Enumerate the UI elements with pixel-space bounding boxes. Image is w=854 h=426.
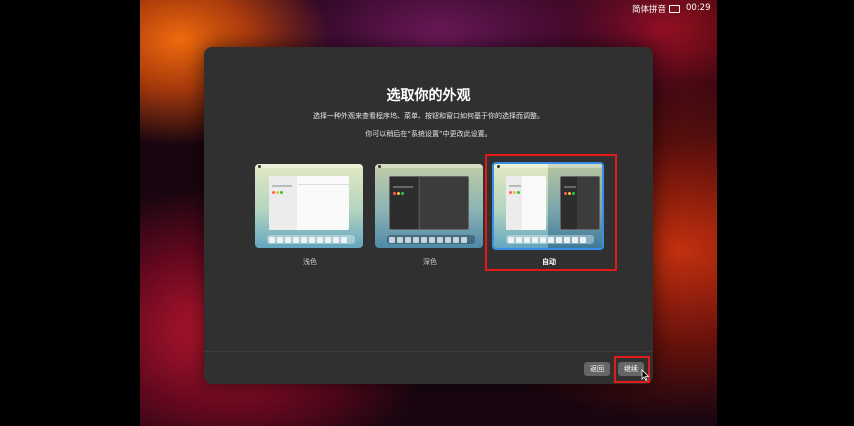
appearance-option-dark[interactable]: 深色 xyxy=(374,162,486,266)
appearance-option-label: 浅色 xyxy=(303,258,317,266)
selection-highlight-box xyxy=(485,154,617,271)
dialog-hint: 你可以稍后在“系统设置”中更改此设置。 xyxy=(365,130,492,138)
desktop-background: 简体拼音 00:29 选取你的外观 选择一种外观来查看程序坞、菜单、按钮和窗口如… xyxy=(140,0,717,426)
menu-bar: 简体拼音 00:29 xyxy=(140,0,717,16)
keyboard-icon[interactable] xyxy=(669,5,680,13)
back-button[interactable]: 返回 xyxy=(584,362,610,376)
appearance-dialog: 选取你的外观 选择一种外观来查看程序坞、菜单、按钮和窗口如何基于你的选择而调整。… xyxy=(204,47,653,384)
light-preview-thumbnail[interactable] xyxy=(255,164,363,248)
dialog-footer: 返回 继续 xyxy=(204,351,653,384)
menu-bar-clock[interactable]: 00:29 xyxy=(686,3,711,13)
dark-window-preview xyxy=(389,176,469,230)
appearance-option-label: 深色 xyxy=(423,258,437,266)
mouse-pointer-icon xyxy=(641,369,649,381)
input-method-menu[interactable]: 简体拼音 xyxy=(632,3,666,15)
dock-preview xyxy=(387,235,475,244)
appearance-option-light[interactable]: 浅色 xyxy=(254,162,366,266)
dock-preview xyxy=(267,235,355,244)
dialog-description: 选择一种外观来查看程序坞、菜单、按钮和窗口如何基于你的选择而调整。 xyxy=(313,112,544,120)
dialog-title: 选取你的外观 xyxy=(386,88,471,104)
dark-preview-thumbnail[interactable] xyxy=(375,164,483,248)
light-window-preview xyxy=(269,176,349,230)
